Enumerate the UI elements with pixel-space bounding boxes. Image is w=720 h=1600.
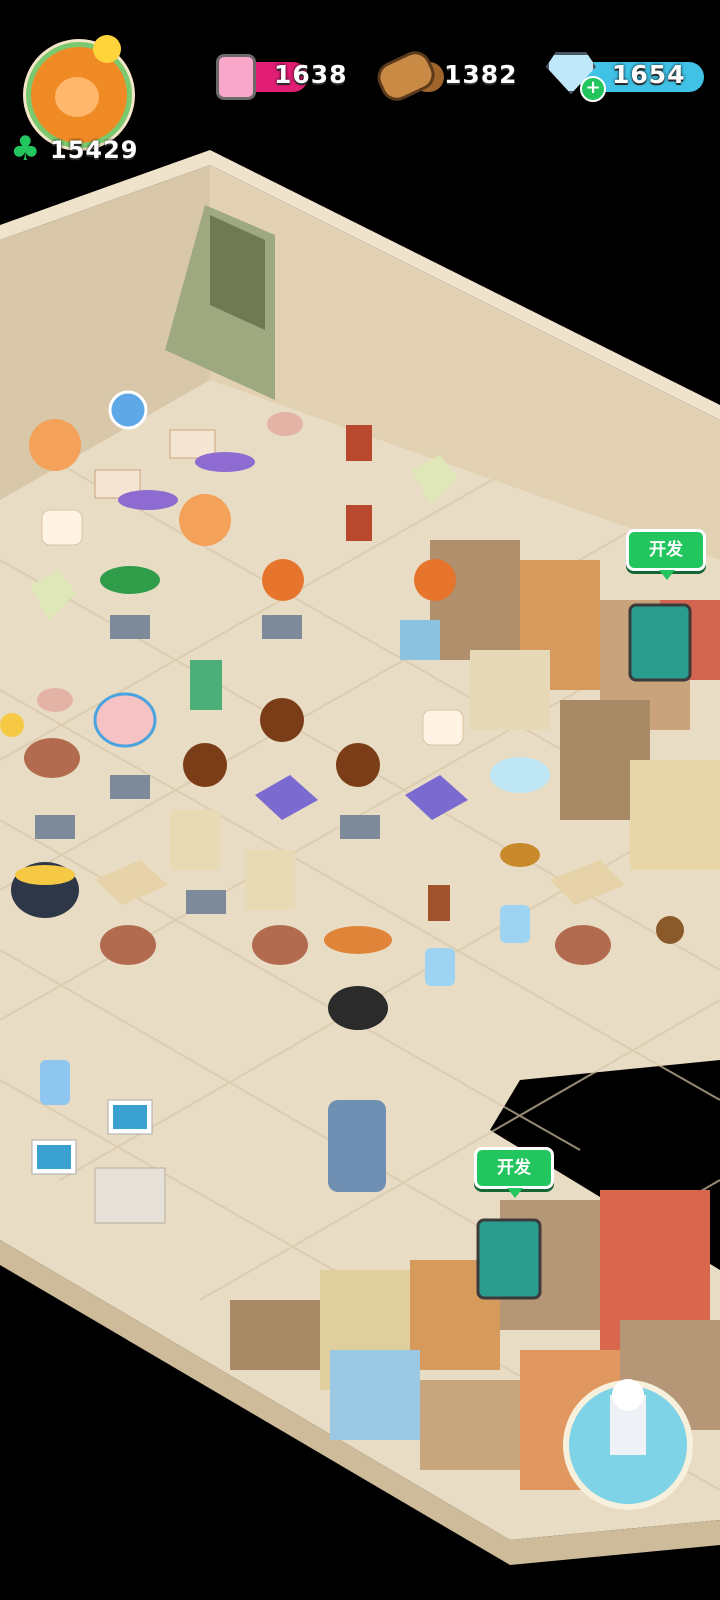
compass (108, 390, 148, 430)
clover-count: 15429 (50, 136, 139, 164)
candy-jar (93, 692, 157, 748)
shell (37, 688, 73, 712)
gem-count: 1654 (612, 60, 686, 89)
add-gems-button[interactable]: + (580, 76, 606, 102)
wooden-stool (500, 843, 540, 867)
mushroom (656, 916, 684, 944)
jam-count: 1638 (274, 60, 348, 89)
dessert-stand (29, 419, 81, 471)
signboard (476, 1218, 542, 1300)
ice-cream (422, 709, 464, 746)
wood-log-icon (372, 46, 440, 106)
bubble-item (490, 757, 550, 793)
develop-button[interactable]: 开发 (474, 1147, 554, 1198)
chocolate-plate (260, 698, 304, 742)
stone-hammer (262, 615, 302, 639)
newspaper-bundle (94, 1167, 166, 1224)
lavender (195, 452, 255, 472)
stone-hammer (110, 775, 150, 799)
drink-cup (346, 425, 372, 461)
leaf (100, 566, 160, 594)
game-scene[interactable] (0, 0, 720, 1600)
charm-tag (500, 905, 530, 943)
bell (100, 925, 156, 965)
green-blocks (190, 660, 222, 710)
chocolate-plate (336, 743, 380, 787)
signboard (628, 603, 692, 682)
bell (555, 925, 611, 965)
chocolate-plate (183, 743, 227, 787)
develop-button[interactable]: 开发 (626, 529, 706, 580)
player-avatar[interactable] (26, 35, 132, 148)
bowl (328, 986, 388, 1030)
wood-count: 1382 (444, 60, 518, 89)
drink-cup (346, 505, 372, 541)
dessert-stand (179, 494, 231, 546)
avatar-face (55, 77, 99, 117)
ice-cream (41, 509, 83, 546)
clover-icon: ♣ (10, 129, 41, 169)
charm-tag (425, 948, 455, 986)
basketball (414, 559, 456, 601)
hotdog (324, 926, 392, 954)
jam-jar-icon (216, 54, 256, 100)
iced-drink (428, 885, 450, 921)
jam-counter: 1638 (214, 52, 347, 100)
stone-vase (328, 1100, 386, 1192)
bell (252, 925, 308, 965)
basketball (262, 559, 304, 601)
flower (0, 713, 24, 737)
stone-ruin (170, 810, 220, 870)
stone-hammer (110, 615, 150, 639)
shell (267, 412, 303, 436)
bell (24, 738, 80, 778)
stone-hammer (186, 890, 226, 914)
gem-counter[interactable]: + 1654 (544, 50, 708, 102)
stone-hammer (340, 815, 380, 839)
stone-hammer (35, 815, 75, 839)
lavender (118, 490, 178, 510)
lantern (40, 1060, 70, 1105)
sun-icon (93, 35, 121, 63)
wood-counter: 1382 (372, 46, 517, 106)
stone-ruin (245, 850, 295, 910)
